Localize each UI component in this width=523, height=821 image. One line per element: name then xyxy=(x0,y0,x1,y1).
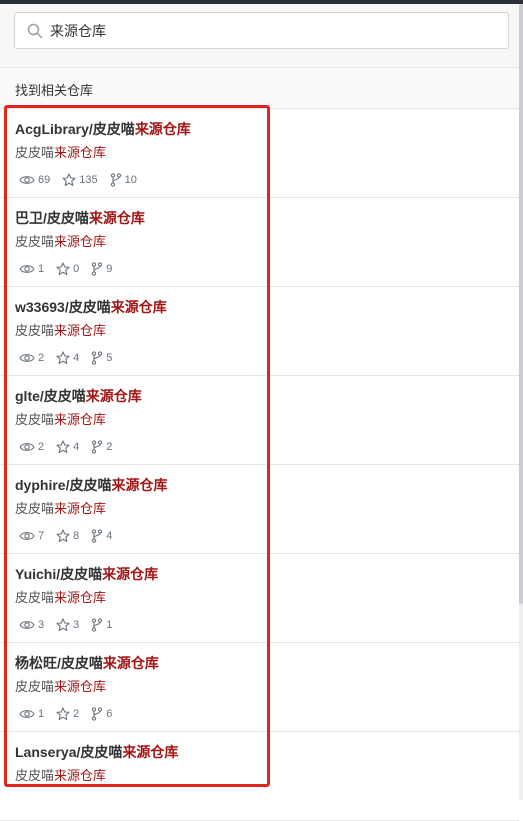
list-item[interactable]: dyphire/皮皮喵来源仓库 皮皮喵来源仓库 7 8 4 xyxy=(0,465,519,554)
repo-description: 皮皮喵来源仓库 xyxy=(15,145,107,160)
repo-stats: 7 8 4 xyxy=(19,529,124,543)
repo-description: 皮皮喵来源仓库 xyxy=(15,234,107,249)
fork-count: 10 xyxy=(124,174,137,186)
list-item[interactable]: Lanserya/皮皮喵来源仓库 皮皮喵来源仓库 xyxy=(0,732,519,821)
repo-stats: 1 0 9 xyxy=(19,262,124,276)
fork-icon xyxy=(92,707,103,721)
results-header-label: 找到相关仓库 xyxy=(15,83,94,98)
repo-title-link[interactable]: AcgLibrary/皮皮喵来源仓库 xyxy=(15,119,191,139)
watch-count: 3 xyxy=(38,619,45,631)
repo-title-link[interactable]: dyphire/皮皮喵来源仓库 xyxy=(15,475,167,495)
star-count: 4 xyxy=(73,441,80,453)
eye-icon xyxy=(19,710,35,718)
fork-count: 2 xyxy=(106,441,113,453)
star-count: 8 xyxy=(73,530,80,542)
repo-title-link[interactable]: w33693/皮皮喵来源仓库 xyxy=(15,297,167,317)
watch-count: 1 xyxy=(38,263,45,275)
search-bar: 来源仓库 xyxy=(0,4,519,68)
fork-icon xyxy=(92,351,103,365)
star-count: 135 xyxy=(79,174,98,186)
star-icon xyxy=(56,351,70,365)
search-icon xyxy=(27,23,43,39)
eye-icon xyxy=(19,354,35,362)
repo-title-link[interactable]: Lanserya/皮皮喵来源仓库 xyxy=(15,742,178,762)
fork-icon xyxy=(110,173,121,187)
search-query: 来源仓库 xyxy=(50,23,106,39)
eye-icon xyxy=(19,176,35,184)
repo-description: 皮皮喵来源仓库 xyxy=(15,323,107,338)
fork-count: 4 xyxy=(106,530,113,542)
star-icon xyxy=(56,707,70,721)
star-count: 2 xyxy=(73,708,80,720)
fork-count: 6 xyxy=(106,708,113,720)
eye-icon xyxy=(19,443,35,451)
results-header: 找到相关仓库 xyxy=(0,68,519,109)
watch-count: 1 xyxy=(38,708,45,720)
repo-description: 皮皮喵来源仓库 xyxy=(15,679,107,694)
star-icon xyxy=(56,440,70,454)
search-input[interactable]: 来源仓库 xyxy=(14,12,509,49)
fork-icon xyxy=(92,262,103,276)
repo-stats: 1 2 6 xyxy=(19,707,124,721)
list-item[interactable]: 巴卫/皮皮喵来源仓库 皮皮喵来源仓库 1 0 9 xyxy=(0,198,519,287)
star-icon xyxy=(56,262,70,276)
star-count: 0 xyxy=(73,263,80,275)
repo-title-link[interactable]: glte/皮皮喵来源仓库 xyxy=(15,386,142,406)
fork-count: 1 xyxy=(106,619,113,631)
star-icon xyxy=(56,618,70,632)
star-icon xyxy=(56,529,70,543)
list-item[interactable]: 杨松旺/皮皮喵来源仓库 皮皮喵来源仓库 1 2 6 xyxy=(0,643,519,732)
list-item[interactable]: Yuichi/皮皮喵来源仓库 皮皮喵来源仓库 3 3 1 xyxy=(0,554,519,643)
eye-icon xyxy=(19,532,35,540)
repo-title-link[interactable]: 巴卫/皮皮喵来源仓库 xyxy=(15,208,145,228)
fork-icon xyxy=(92,440,103,454)
repo-stats: 2 4 5 xyxy=(19,351,124,365)
star-count: 3 xyxy=(73,619,80,631)
list-item[interactable]: AcgLibrary/皮皮喵来源仓库 皮皮喵来源仓库 69 135 10 xyxy=(0,109,519,198)
list-item[interactable]: glte/皮皮喵来源仓库 皮皮喵来源仓库 2 4 2 xyxy=(0,376,519,465)
watch-count: 2 xyxy=(38,352,45,364)
fork-count: 5 xyxy=(106,352,113,364)
fork-count: 9 xyxy=(106,263,113,275)
scrollbar-thumb[interactable] xyxy=(519,4,523,604)
watch-count: 2 xyxy=(38,441,45,453)
repo-list: AcgLibrary/皮皮喵来源仓库 皮皮喵来源仓库 69 135 10 巴卫/… xyxy=(0,109,519,821)
repo-stats: 2 4 2 xyxy=(19,440,124,454)
repo-description: 皮皮喵来源仓库 xyxy=(15,501,107,516)
repo-stats: 3 3 1 xyxy=(19,618,124,632)
repo-title-link[interactable]: 杨松旺/皮皮喵来源仓库 xyxy=(15,653,159,673)
repo-title-link[interactable]: Yuichi/皮皮喵来源仓库 xyxy=(15,564,158,584)
repo-description: 皮皮喵来源仓库 xyxy=(15,590,107,605)
watch-count: 7 xyxy=(38,530,45,542)
star-icon xyxy=(62,173,76,187)
repo-stats: 69 135 10 xyxy=(19,173,149,187)
list-item[interactable]: w33693/皮皮喵来源仓库 皮皮喵来源仓库 2 4 5 xyxy=(0,287,519,376)
repo-description: 皮皮喵来源仓库 xyxy=(15,412,107,427)
repo-description: 皮皮喵来源仓库 xyxy=(15,768,107,783)
fork-icon xyxy=(92,529,103,543)
watch-count: 69 xyxy=(38,174,51,186)
eye-icon xyxy=(19,265,35,273)
fork-icon xyxy=(92,618,103,632)
star-count: 4 xyxy=(73,352,80,364)
eye-icon xyxy=(19,621,35,629)
